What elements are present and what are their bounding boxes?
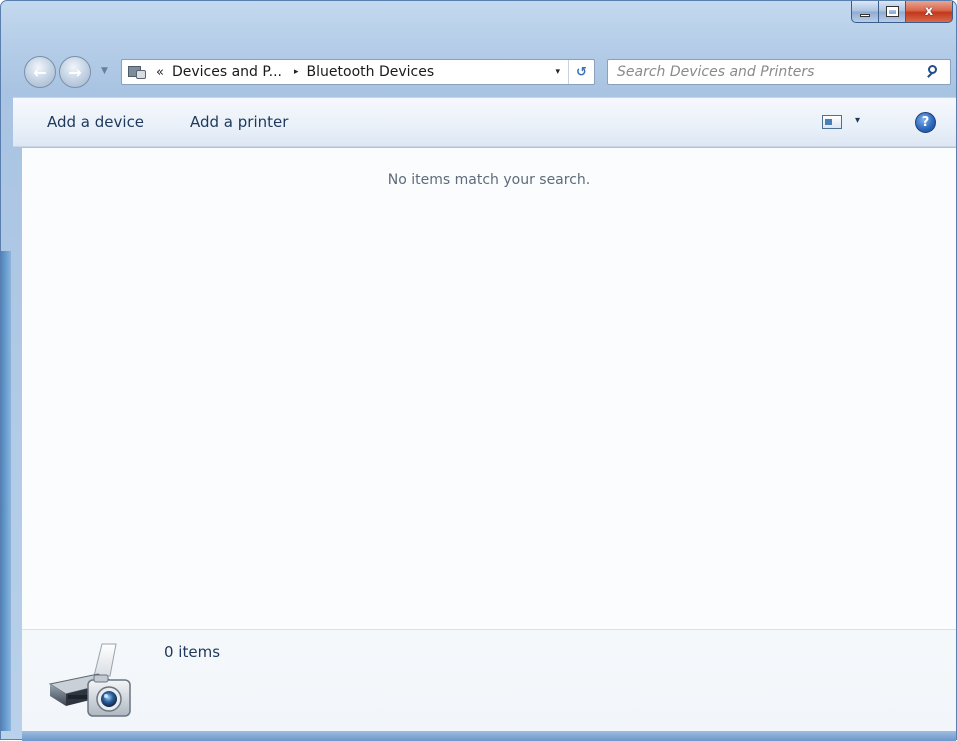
address-bar[interactable]: « Devices and P... ▸ Bluetooth Devices ▾… <box>121 59 595 85</box>
navigation-bar: ← → ▼ « Devices and P... ▸ Bluetooth Dev… <box>1 48 956 96</box>
item-count: 0 items <box>164 643 221 661</box>
window-frame-accent <box>1 251 11 731</box>
help-glyph: ? <box>921 115 930 130</box>
close-icon: x <box>924 4 934 19</box>
add-printer-button[interactable]: Add a printer <box>190 113 288 131</box>
back-button[interactable]: ← <box>24 56 56 88</box>
change-view-icon[interactable] <box>822 115 842 129</box>
devices-printers-icon <box>126 63 150 81</box>
caption-buttons: x <box>851 1 953 23</box>
address-dropdown-button[interactable]: ▾ <box>555 67 560 77</box>
minimize-icon <box>860 14 870 17</box>
forward-button[interactable]: → <box>59 56 91 88</box>
help-icon[interactable]: ? <box>915 112 936 133</box>
close-button[interactable]: x <box>906 1 953 23</box>
command-bar: Add a device Add a printer ▾ ? <box>13 97 956 147</box>
breadcrumb-devices-and-printers[interactable]: Devices and P... <box>172 64 282 80</box>
refresh-button[interactable]: ↺ <box>568 60 594 84</box>
breadcrumb-separator-icon[interactable]: ▸ <box>294 67 299 77</box>
recent-pages-button[interactable]: ▼ <box>101 66 108 76</box>
breadcrumb-bluetooth-devices[interactable]: Bluetooth Devices <box>307 64 435 80</box>
maximize-button[interactable] <box>879 1 906 23</box>
maximize-icon <box>885 6 899 17</box>
content-area[interactable]: No items match your search. <box>22 148 956 629</box>
view-options-dropdown[interactable]: ▾ <box>855 115 860 126</box>
breadcrumb-overflow-button[interactable]: « <box>156 65 164 80</box>
search-input[interactable] <box>617 61 923 83</box>
minimize-button[interactable] <box>851 1 879 23</box>
refresh-icon: ↺ <box>576 64 587 80</box>
explorer-window: x ← → ▼ « Devices and P... ▸ Bluetooth D… <box>0 0 957 741</box>
search-icon[interactable] <box>923 61 945 83</box>
details-pane: 0 items <box>22 629 956 731</box>
add-device-button[interactable]: Add a device <box>47 113 144 131</box>
empty-message: No items match your search. <box>387 172 591 188</box>
back-arrow-icon: ← <box>33 62 47 82</box>
devices-and-printers-icon <box>48 643 131 717</box>
forward-arrow-icon: → <box>68 62 82 82</box>
search-box[interactable] <box>607 59 951 85</box>
